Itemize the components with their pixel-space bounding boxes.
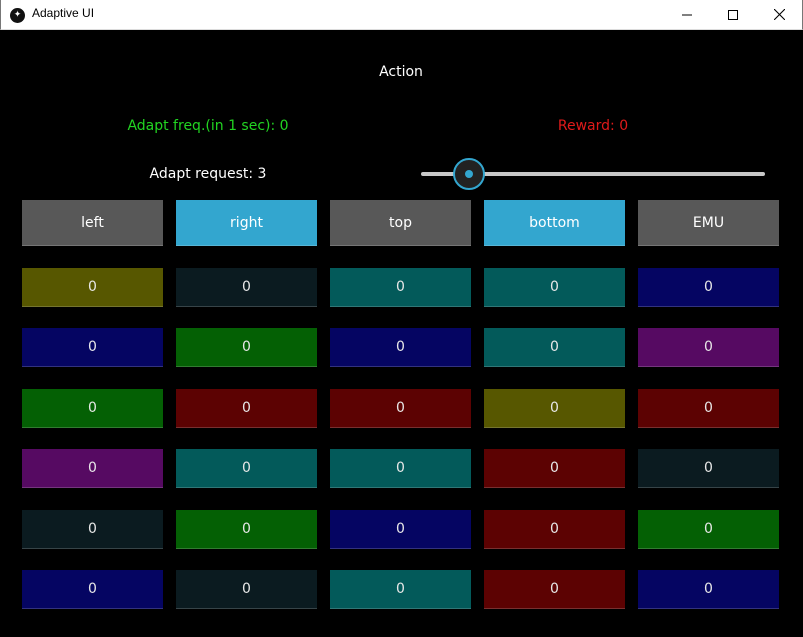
action-button-emu[interactable]: EMU xyxy=(638,200,779,246)
action-button-top[interactable]: top xyxy=(330,200,471,246)
minimize-icon xyxy=(682,14,692,15)
grid-cell[interactable]: 0 xyxy=(638,328,779,367)
grid-cell[interactable]: 0 xyxy=(22,328,163,367)
reward-label: Reward: 0 xyxy=(557,118,629,134)
grid-cell[interactable]: 0 xyxy=(22,389,163,428)
grid-cell[interactable]: 0 xyxy=(176,268,317,307)
action-button-right[interactable]: right xyxy=(176,200,317,246)
grid-cell[interactable]: 0 xyxy=(484,268,625,307)
grid-cell[interactable]: 0 xyxy=(22,449,163,488)
grid-cell[interactable]: 0 xyxy=(330,328,471,367)
grid-cell[interactable]: 0 xyxy=(330,389,471,428)
grid-cell[interactable]: 0 xyxy=(176,328,317,367)
minimize-button[interactable] xyxy=(664,0,710,29)
grid-cell[interactable]: 0 xyxy=(484,449,625,488)
grid-cell[interactable]: 0 xyxy=(484,328,625,367)
grid-cell[interactable]: 0 xyxy=(484,570,625,609)
action-button-bottom[interactable]: bottom xyxy=(484,200,625,246)
grid-cell[interactable]: 0 xyxy=(22,570,163,609)
grid-cell[interactable]: 0 xyxy=(176,510,317,549)
grid-cell[interactable]: 0 xyxy=(638,389,779,428)
grid-cell[interactable]: 0 xyxy=(638,510,779,549)
grid-cell[interactable]: 0 xyxy=(484,510,625,549)
window-title: Adaptive UI xyxy=(32,6,95,20)
close-icon xyxy=(773,9,785,20)
app-icon: ✦ xyxy=(10,8,25,23)
action-button-left[interactable]: left xyxy=(22,200,163,246)
grid-cell[interactable]: 0 xyxy=(176,570,317,609)
grid-cell[interactable]: 0 xyxy=(330,449,471,488)
title-bar: ✦ Adaptive UI xyxy=(0,0,803,30)
grid-cell[interactable]: 0 xyxy=(484,389,625,428)
grid-cell[interactable]: 0 xyxy=(330,570,471,609)
adapt-freq-label: Adapt freq.(in 1 sec): 0 xyxy=(127,118,289,134)
grid-cell[interactable]: 0 xyxy=(22,268,163,307)
grid-cell[interactable]: 0 xyxy=(330,268,471,307)
slider-thumb[interactable] xyxy=(453,158,486,190)
maximize-icon xyxy=(728,9,738,20)
action-label: Action xyxy=(379,64,423,80)
grid-cell[interactable]: 0 xyxy=(176,389,317,428)
grid-cell[interactable]: 0 xyxy=(330,510,471,549)
grid-cell[interactable]: 0 xyxy=(638,570,779,609)
grid-cell[interactable]: 0 xyxy=(638,449,779,488)
grid-cell[interactable]: 0 xyxy=(22,510,163,549)
close-button[interactable] xyxy=(756,0,802,29)
grid-cell[interactable]: 0 xyxy=(176,449,317,488)
maximize-button[interactable] xyxy=(710,0,756,29)
adapt-request-label: Adapt request: 3 xyxy=(149,166,267,182)
grid-cell[interactable]: 0 xyxy=(638,268,779,307)
